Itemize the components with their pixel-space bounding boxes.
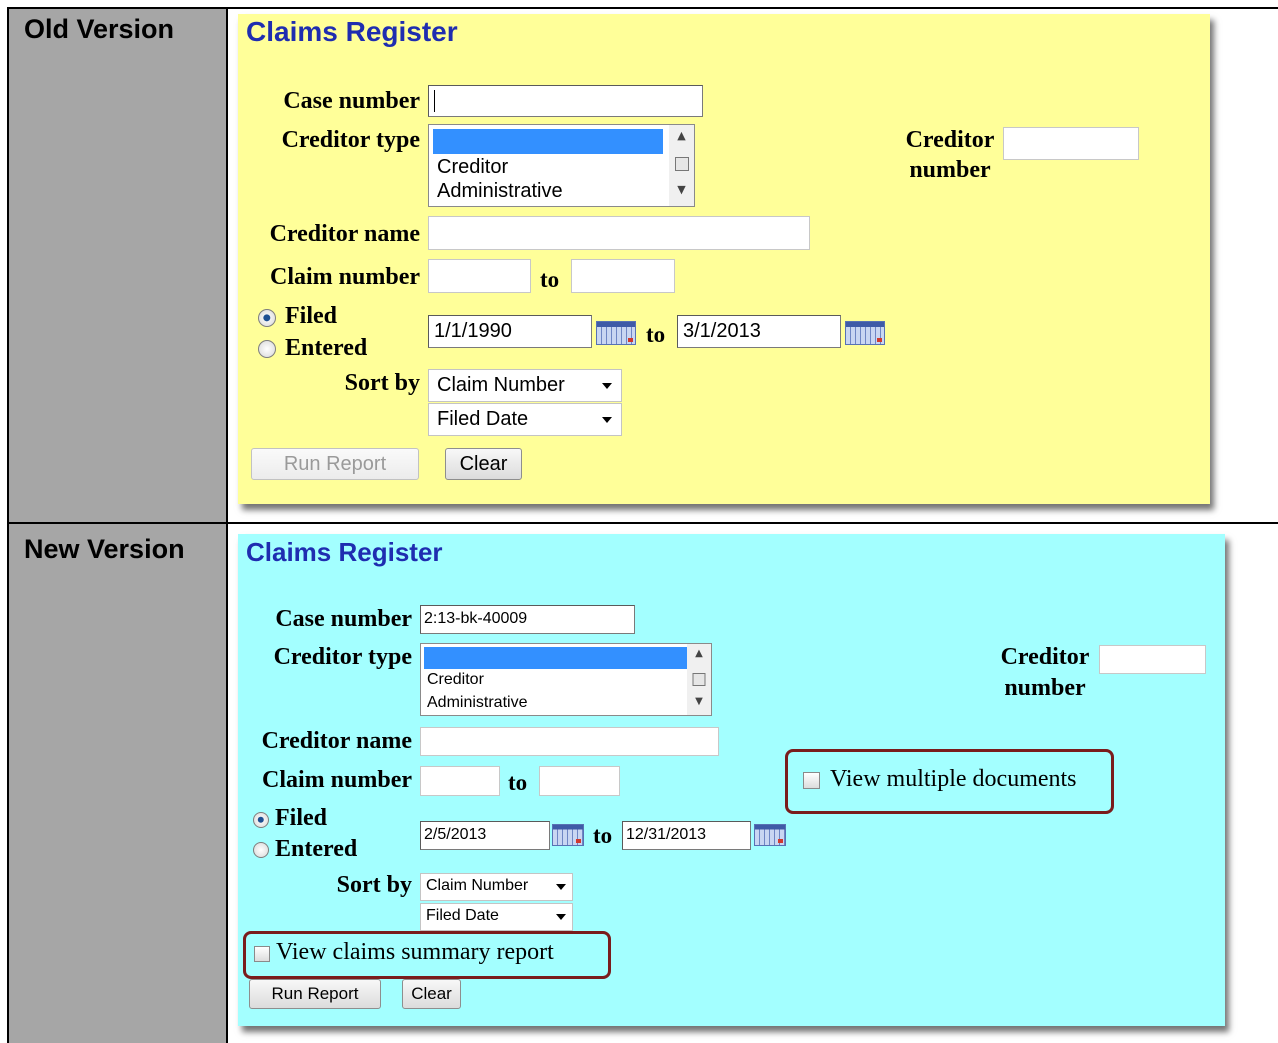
old-claim-number-to-input[interactable] [571,259,675,293]
new-claim-number-to-label: to [508,770,528,795]
new-case-number-input[interactable]: 2:13-bk-40009 [420,605,635,634]
new-version-label-cell [9,524,226,1043]
new-creditor-type-option-administrative[interactable]: Administrative [427,694,527,712]
old-creditor-number-input[interactable] [1003,127,1139,160]
old-claim-number-to-label: to [540,267,560,292]
old-run-report-button[interactable]: Run Report [251,448,419,480]
view-multiple-documents-label: View multiple documents [830,766,1077,792]
old-date-to-input[interactable]: 3/1/2013 [677,315,841,348]
view-claims-summary-label: View claims summary report [276,939,554,965]
old-creditor-type-label: Creditor type [281,127,420,153]
old-date-from-calendar-icon[interactable] [596,321,636,345]
new-date-from-calendar-icon[interactable] [552,824,584,846]
new-entered-label: Entered [275,836,358,862]
chevron-down-icon [556,884,566,890]
new-creditor-type-selected-option[interactable] [424,647,687,669]
scroll-up-arrow-icon[interactable]: ▲ [687,648,711,659]
table-border-left [7,7,9,1043]
chevron-down-icon [602,417,612,423]
view-multiple-documents-checkbox[interactable] [803,772,820,789]
new-filed-radio[interactable] [253,812,269,828]
new-sort-by-label: Sort by [336,872,412,898]
new-run-report-button[interactable]: Run Report [249,979,381,1009]
new-claim-number-to-input[interactable] [539,766,620,796]
chevron-down-icon [602,383,612,389]
old-date-to-calendar-icon[interactable] [845,321,885,345]
new-entered-radio[interactable] [253,842,269,858]
chevron-down-icon [556,914,566,920]
old-claim-number-label: Claim number [270,264,420,290]
new-creditor-type-label: Creditor type [273,644,412,670]
scroll-thumb-grip-icon[interactable] [674,157,689,171]
old-version-label: Old Version [24,14,175,44]
old-creditor-name-input[interactable] [428,216,810,250]
old-sort-secondary-select[interactable]: Filed Date [428,403,622,436]
old-entered-label: Entered [285,335,368,361]
old-sort-secondary-value: Filed Date [437,408,529,430]
new-creditor-number-label-line2: number [1004,675,1086,701]
old-clear-button[interactable]: Clear [445,448,522,480]
new-filed-label: Filed [275,805,327,831]
old-creditor-number-label-line1: Creditor [905,127,995,153]
new-creditor-name-input[interactable] [420,727,719,756]
old-page-title: Claims Register [246,16,458,47]
new-clear-button[interactable]: Clear [402,979,461,1009]
old-date-to-label: to [646,322,666,347]
new-sort-secondary-value: Filed Date [426,907,499,924]
old-creditor-type-selected-option[interactable] [433,129,663,154]
old-creditor-type-listbox[interactable]: Creditor Administrative ▲ ▼ [428,124,695,207]
old-sort-by-label: Sort by [344,370,420,396]
old-date-from-input[interactable]: 1/1/1990 [428,315,592,348]
old-case-number-cursor [434,90,435,112]
new-creditor-number-input[interactable] [1099,645,1206,674]
new-creditor-name-label: Creditor name [261,728,412,754]
scroll-up-arrow-icon[interactable]: ▲ [669,129,694,142]
new-date-to-input[interactable]: 12/31/2013 [622,821,751,850]
view-claims-summary-checkbox[interactable] [254,946,270,962]
new-sort-primary-value: Claim Number [426,877,529,894]
scroll-down-arrow-icon[interactable]: ▼ [669,183,694,196]
scroll-thumb-grip-icon[interactable] [692,673,706,686]
old-case-number-label: Case number [283,88,420,114]
new-claim-number-label: Claim number [262,767,412,793]
old-sort-primary-value: Claim Number [437,374,565,396]
scroll-down-arrow-icon[interactable]: ▼ [687,696,711,707]
old-claim-number-from-input[interactable] [428,259,531,293]
table-border-middle [7,522,1278,524]
old-entered-radio[interactable] [258,340,276,358]
old-creditor-number-label-line2: number [909,157,991,183]
old-case-number-input[interactable] [428,85,703,117]
new-sort-primary-select[interactable]: Claim Number [420,873,573,901]
old-creditor-type-scrollbar[interactable]: ▲ ▼ [669,125,694,206]
new-creditor-type-option-creditor[interactable]: Creditor [427,671,484,689]
new-case-number-label: Case number [275,606,412,632]
new-date-from-input[interactable]: 2/5/2013 [420,821,550,850]
new-page-title: Claims Register [246,537,443,567]
new-sort-secondary-select[interactable]: Filed Date [420,903,573,931]
old-version-label-cell [9,9,226,522]
new-creditor-type-listbox[interactable]: Creditor Administrative ▲ ▼ [420,643,712,716]
new-claim-number-from-input[interactable] [420,766,500,796]
old-filed-radio[interactable] [258,309,276,327]
new-creditor-type-scrollbar[interactable]: ▲ ▼ [687,644,711,715]
new-date-to-label: to [593,823,613,848]
new-creditor-number-label-line1: Creditor [1000,644,1090,670]
old-creditor-type-option-administrative[interactable]: Administrative [437,180,563,203]
new-date-to-calendar-icon[interactable] [754,824,786,846]
table-border-top [7,7,1278,9]
new-version-label: New Version [24,534,185,564]
old-creditor-name-label: Creditor name [269,221,420,247]
old-sort-primary-select[interactable]: Claim Number [428,369,622,402]
old-creditor-type-option-creditor[interactable]: Creditor [437,156,508,179]
old-filed-label: Filed [285,303,337,329]
